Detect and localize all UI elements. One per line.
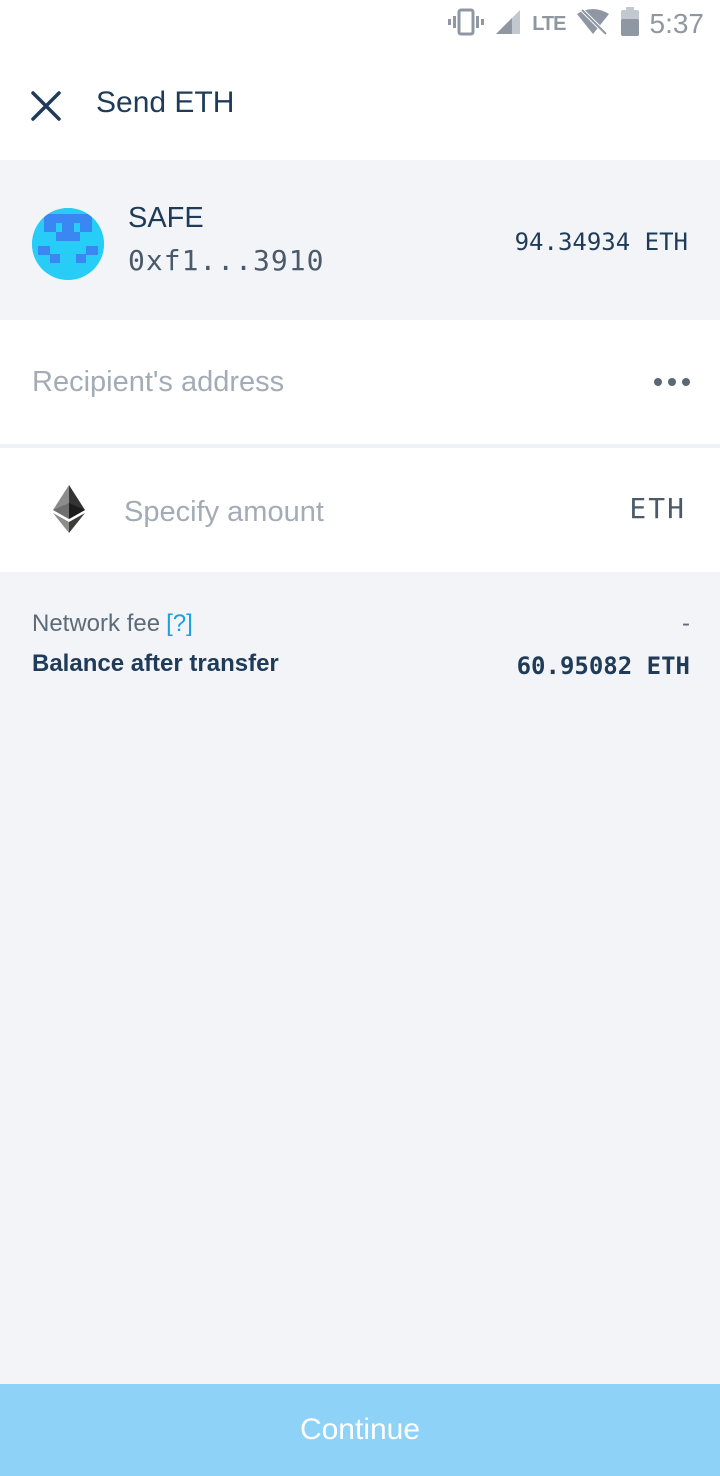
balance-after-value: 60.95082 ETH <box>516 652 690 680</box>
balance-after-row: Balance after transfer 60.95082 ETH <box>32 650 690 682</box>
account-name: SAFE <box>128 202 204 234</box>
sender-account: SAFE 0xf1...3910 94.34934 ETH <box>0 160 720 320</box>
battery-icon <box>620 6 640 42</box>
balance-after-label: Balance after transfer <box>32 650 279 677</box>
status-icons: LTE 5:37 <box>448 6 704 42</box>
recipient-address-input[interactable] <box>32 360 592 404</box>
header: Send ETH <box>0 50 720 160</box>
continue-button[interactable]: Continue <box>0 1384 720 1476</box>
page-title: Send ETH <box>96 86 235 119</box>
account-address: 0xf1...3910 <box>128 244 325 277</box>
more-horizontal-icon[interactable] <box>654 370 690 394</box>
wifi-off-icon <box>576 8 610 41</box>
status-time: 5:37 <box>649 8 705 39</box>
amount-input[interactable] <box>124 490 564 534</box>
network-type: LTE <box>532 12 566 35</box>
close-icon[interactable] <box>30 90 62 122</box>
network-fee-row: Network fee [?] - <box>32 610 690 642</box>
amount-unit: ETH <box>629 492 686 525</box>
status-bar: LTE 5:37 <box>0 0 720 50</box>
avatar <box>32 208 104 280</box>
ethereum-icon <box>50 484 88 534</box>
vibrate-icon <box>448 8 485 41</box>
network-fee-value: - <box>682 610 690 637</box>
signal-icon <box>494 8 522 41</box>
network-fee-help-link[interactable]: [?] <box>166 610 193 637</box>
network-fee-label: Network fee <box>32 610 161 637</box>
account-balance: 94.34934 ETH <box>514 228 688 256</box>
recipient-row <box>0 320 720 444</box>
amount-row: ETH <box>0 448 720 572</box>
